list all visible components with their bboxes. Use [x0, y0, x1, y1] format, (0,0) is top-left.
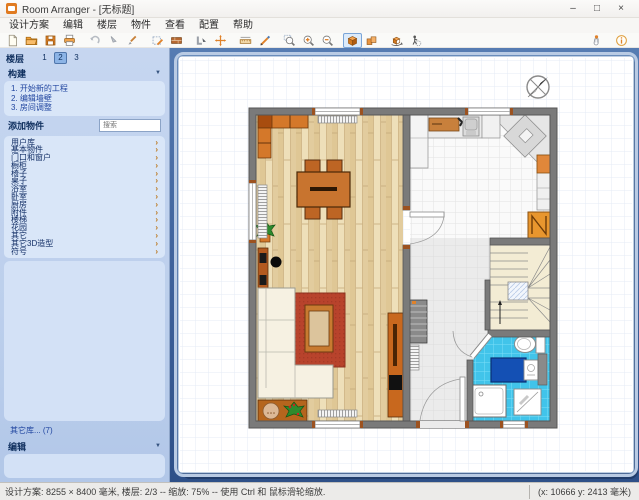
floors-row: 楼层 1 2 3: [6, 50, 165, 66]
build-step-adjust-rooms[interactable]: 3. 房间调整: [11, 103, 158, 113]
washbasin[interactable]: [524, 360, 538, 380]
menu-edit[interactable]: 编辑: [56, 18, 90, 33]
minimize-button[interactable]: –: [563, 2, 583, 16]
status-bar: 设计方案: 8255 × 8400 毫米, 楼层: 2/3 -- 缩放: 75%…: [0, 482, 639, 500]
edit-panel-title: 编辑: [8, 440, 26, 453]
plan-canvas[interactable]: [170, 48, 639, 482]
add-objects-header: 添加物件: [0, 117, 169, 135]
coffee-table[interactable]: [305, 305, 333, 352]
category-kitchen[interactable]: 厨房›: [11, 201, 158, 209]
new-document-icon[interactable]: [3, 33, 22, 48]
build-step-new-project[interactable]: 1. 开始新的工程: [11, 84, 158, 94]
shower-tray[interactable]: [472, 385, 506, 417]
washing-machine[interactable]: [514, 389, 541, 415]
build-panel-title: 构建: [8, 67, 26, 80]
edit-points-icon[interactable]: [148, 33, 167, 48]
app-icon: [6, 3, 17, 14]
zoom-in-icon[interactable]: [299, 33, 318, 48]
maximize-button[interactable]: □: [587, 2, 607, 16]
zoom-window-icon[interactable]: [280, 33, 299, 48]
undo-icon[interactable]: [85, 33, 104, 48]
chevron-right-icon: ›: [155, 248, 158, 256]
floor-tab-3[interactable]: 3: [70, 52, 83, 64]
status-coordinates: (x: 10666 y: 2413 毫米): [529, 485, 639, 499]
edit-panel-header[interactable]: 编辑 ▼: [0, 439, 169, 453]
wall-select-icon[interactable]: [192, 33, 211, 48]
bath-wall-stub: [538, 354, 547, 385]
hall-shelf[interactable]: [410, 300, 427, 343]
floors-label: 楼层: [6, 52, 24, 65]
add-objects-title: 添加物件: [8, 119, 44, 132]
sidebar: 楼层 1 2 3 构建 ▼ 1. 开始新的工程 2. 编辑墙壁 3. 房间调整 …: [0, 48, 170, 482]
category-other-3d[interactable]: 其它3D造型›: [11, 240, 158, 248]
save-icon[interactable]: [41, 33, 60, 48]
floor-plan-drawing[interactable]: [170, 48, 639, 482]
room-arranger-window: Room Arranger - [无标题] – □ × 设计方案 编辑 楼层 物…: [0, 0, 639, 500]
open-folder-icon[interactable]: [22, 33, 41, 48]
toilet[interactable]: [515, 336, 546, 354]
category-doors-windows[interactable]: 门口和窗户›: [11, 154, 158, 162]
pointer-mode-icon[interactable]: [587, 33, 606, 48]
side-table-with-plant[interactable]: [258, 400, 307, 422]
draw-wall-icon[interactable]: [255, 33, 274, 48]
walk-through-icon[interactable]: [406, 33, 425, 48]
entrance-opening: [420, 421, 465, 428]
edit-panel: [4, 454, 165, 478]
category-bathroom[interactable]: 浴室›: [11, 185, 158, 193]
staircase[interactable]: [490, 245, 550, 330]
info-icon[interactable]: [612, 33, 631, 48]
view-3d-button[interactable]: [343, 33, 362, 48]
toolbar: [0, 33, 639, 48]
menu-view[interactable]: 查看: [158, 18, 192, 33]
status-plan-info: 设计方案: 8255 × 8400 毫米, 楼层: 2/3 -- 缩放: 75%…: [0, 485, 325, 498]
texture-icon[interactable]: [167, 33, 186, 48]
rotate-view-icon[interactable]: [387, 33, 406, 48]
menu-bar: 设计方案 编辑 楼层 物件 查看 配置 帮助: [0, 18, 639, 33]
empty-panel: [4, 261, 165, 421]
category-accessories[interactable]: 附件›: [11, 209, 158, 217]
build-panel: 1. 开始新的工程 2. 编辑墙壁 3. 房间调整: [4, 81, 165, 116]
menu-floor[interactable]: 楼层: [90, 18, 124, 33]
category-stairs[interactable]: 楼梯›: [11, 216, 158, 224]
object-categories-panel: 用户库› 基本物件› 门口和窗户› 橱柜› 椅子› 桌子› 浴室› 卧室› 厨房…: [4, 136, 165, 259]
bathtub[interactable]: [491, 358, 526, 382]
menu-help[interactable]: 帮助: [226, 18, 260, 33]
category-cabinets[interactable]: 橱柜›: [11, 162, 158, 170]
zoom-out-icon[interactable]: [318, 33, 337, 48]
build-step-edit-walls[interactable]: 2. 编辑墙壁: [11, 94, 158, 104]
print-icon[interactable]: [60, 33, 79, 48]
wardrobe[interactable]: [528, 212, 550, 238]
measure-icon[interactable]: [236, 33, 255, 48]
window-title: Room Arranger - [无标题]: [22, 1, 134, 16]
collapse-arrow-icon[interactable]: ▼: [155, 443, 161, 449]
wall-cabinets[interactable]: [537, 155, 550, 210]
category-garden[interactable]: 花园›: [11, 224, 158, 232]
compass-icon: [527, 76, 549, 98]
category-chairs[interactable]: 椅子›: [11, 170, 158, 178]
menu-design[interactable]: 设计方案: [2, 18, 56, 33]
round-object[interactable]: [271, 257, 282, 268]
brush-icon[interactable]: [123, 33, 142, 48]
search-input[interactable]: [99, 119, 161, 132]
objects-3d-icon[interactable]: [362, 33, 381, 48]
tv-cabinet[interactable]: [388, 313, 403, 417]
other-libraries-link[interactable]: 其它库... (7): [0, 423, 169, 439]
menu-object[interactable]: 物件: [124, 18, 158, 33]
category-tables[interactable]: 桌子›: [11, 177, 158, 185]
close-button[interactable]: ×: [611, 2, 631, 16]
category-symbols[interactable]: 符号›: [11, 248, 158, 256]
build-panel-header[interactable]: 构建 ▼: [0, 66, 169, 80]
category-bedroom[interactable]: 卧室›: [11, 193, 158, 201]
floor-tab-1[interactable]: 1: [38, 52, 51, 64]
collapse-arrow-icon[interactable]: ▼: [155, 70, 161, 76]
floor-tab-2[interactable]: 2: [54, 52, 67, 64]
menu-options[interactable]: 配置: [192, 18, 226, 33]
title-bar: Room Arranger - [无标题] – □ ×: [0, 0, 639, 18]
select-tool-icon[interactable]: [104, 33, 123, 48]
hall-radiator[interactable]: [410, 345, 419, 370]
move-object-icon[interactable]: [211, 33, 230, 48]
